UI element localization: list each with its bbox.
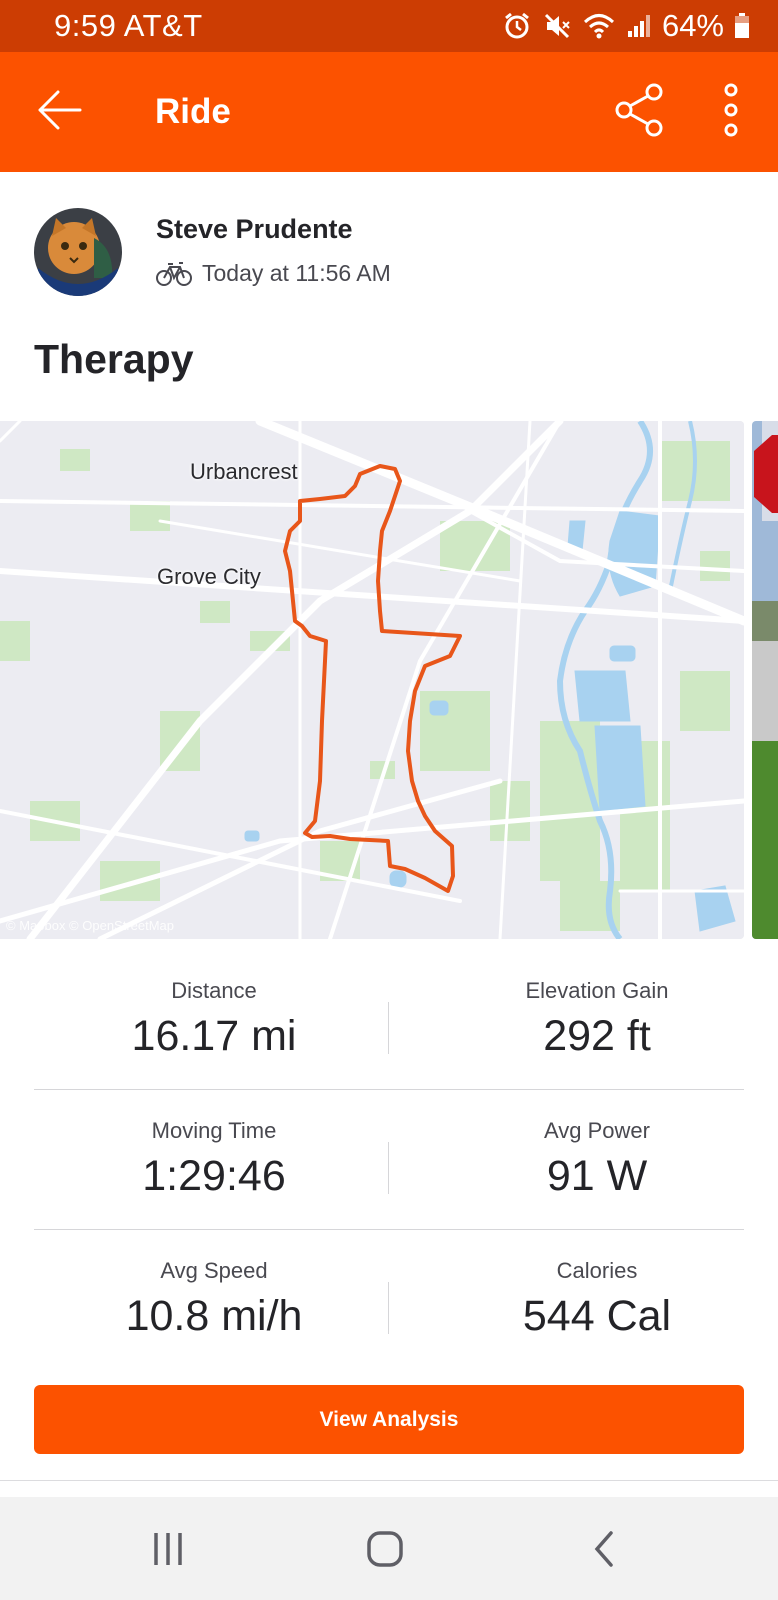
status-bar: 9:59 AT&T 64% xyxy=(0,0,778,52)
stat-calories: Calories 544 Cal xyxy=(447,1258,747,1341)
signal-icon xyxy=(627,15,650,37)
activity-photo[interactable] xyxy=(752,421,778,939)
stat-avg-speed: Avg Speed 10.8 mi/h xyxy=(64,1258,364,1341)
arrow-left-icon xyxy=(38,90,82,130)
share-button[interactable] xyxy=(610,80,670,140)
share-icon xyxy=(615,83,663,137)
alarm-icon xyxy=(505,12,529,39)
back-button[interactable] xyxy=(30,80,90,140)
view-analysis-button[interactable]: View Analysis xyxy=(34,1385,744,1454)
app-bar: Ride xyxy=(0,52,778,172)
stat-value: 91 W xyxy=(546,1152,648,1200)
map-label-grove-city: Grove City xyxy=(157,564,261,589)
stat-label: Avg Speed xyxy=(160,1258,268,1283)
stat-value: 544 Cal xyxy=(522,1292,672,1340)
home-icon xyxy=(367,1531,403,1567)
route-map[interactable]: Urbancrest Grove City © Mapbox © OpenStr… xyxy=(0,421,744,939)
divider xyxy=(388,1282,389,1334)
wifi-icon xyxy=(583,14,614,39)
battery-percent: 64% xyxy=(661,8,724,43)
status-time: 9:59 AT&T xyxy=(54,8,203,43)
battery-icon xyxy=(735,13,749,38)
stat-label: Calories xyxy=(556,1258,638,1283)
mute-icon xyxy=(544,13,570,39)
map-attribution: © Mapbox © OpenStreetMap xyxy=(6,918,175,933)
stats-grid: Distance 16.17 mi Elevation Gain 292 ft … xyxy=(34,950,744,1370)
stat-row: Moving Time 1:29:46 Avg Power 91 W xyxy=(34,1090,744,1230)
stat-distance: Distance 16.17 mi xyxy=(64,978,364,1061)
bike-icon xyxy=(156,261,192,286)
page-title: Ride xyxy=(155,92,231,131)
stat-elevation-gain: Elevation Gain 292 ft xyxy=(447,978,747,1061)
stat-label: Moving Time xyxy=(151,1118,277,1143)
stat-label: Elevation Gain xyxy=(525,978,669,1003)
recents-button[interactable] xyxy=(138,1519,198,1579)
status-icons: 64% xyxy=(502,8,750,44)
stat-row: Distance 16.17 mi Elevation Gain 292 ft xyxy=(34,950,744,1090)
athlete-name[interactable]: Steve Prudente xyxy=(156,214,353,245)
system-back-button[interactable] xyxy=(575,1519,635,1579)
stat-avg-power: Avg Power 91 W xyxy=(447,1118,747,1201)
map-label-urbancrest: Urbancrest xyxy=(190,459,298,484)
divider xyxy=(388,1002,389,1054)
chevron-left-icon xyxy=(594,1531,613,1567)
stat-row: Avg Speed 10.8 mi/h Calories 544 Cal xyxy=(34,1230,744,1370)
stat-value: 10.8 mi/h xyxy=(125,1292,303,1340)
more-vertical-icon xyxy=(724,83,738,137)
avatar[interactable] xyxy=(34,208,122,296)
stat-moving-time: Moving Time 1:29:46 xyxy=(64,1118,364,1201)
activity-time: Today at 11:56 AM xyxy=(202,260,391,286)
recents-icon xyxy=(154,1533,182,1565)
system-nav-bar xyxy=(0,1497,778,1600)
stat-value: 16.17 mi xyxy=(131,1012,297,1060)
stat-value: 1:29:46 xyxy=(142,1152,286,1200)
divider xyxy=(0,1480,778,1481)
stat-label: Distance xyxy=(171,978,257,1003)
more-options-button[interactable] xyxy=(714,80,748,140)
activity-title: Therapy xyxy=(34,336,194,382)
map-canvas xyxy=(0,421,744,939)
divider xyxy=(388,1142,389,1194)
stat-value: 292 ft xyxy=(543,1012,651,1060)
activity-meta: Today at 11:56 AM xyxy=(156,260,391,287)
home-button[interactable] xyxy=(355,1519,415,1579)
stat-label: Avg Power xyxy=(544,1118,650,1143)
